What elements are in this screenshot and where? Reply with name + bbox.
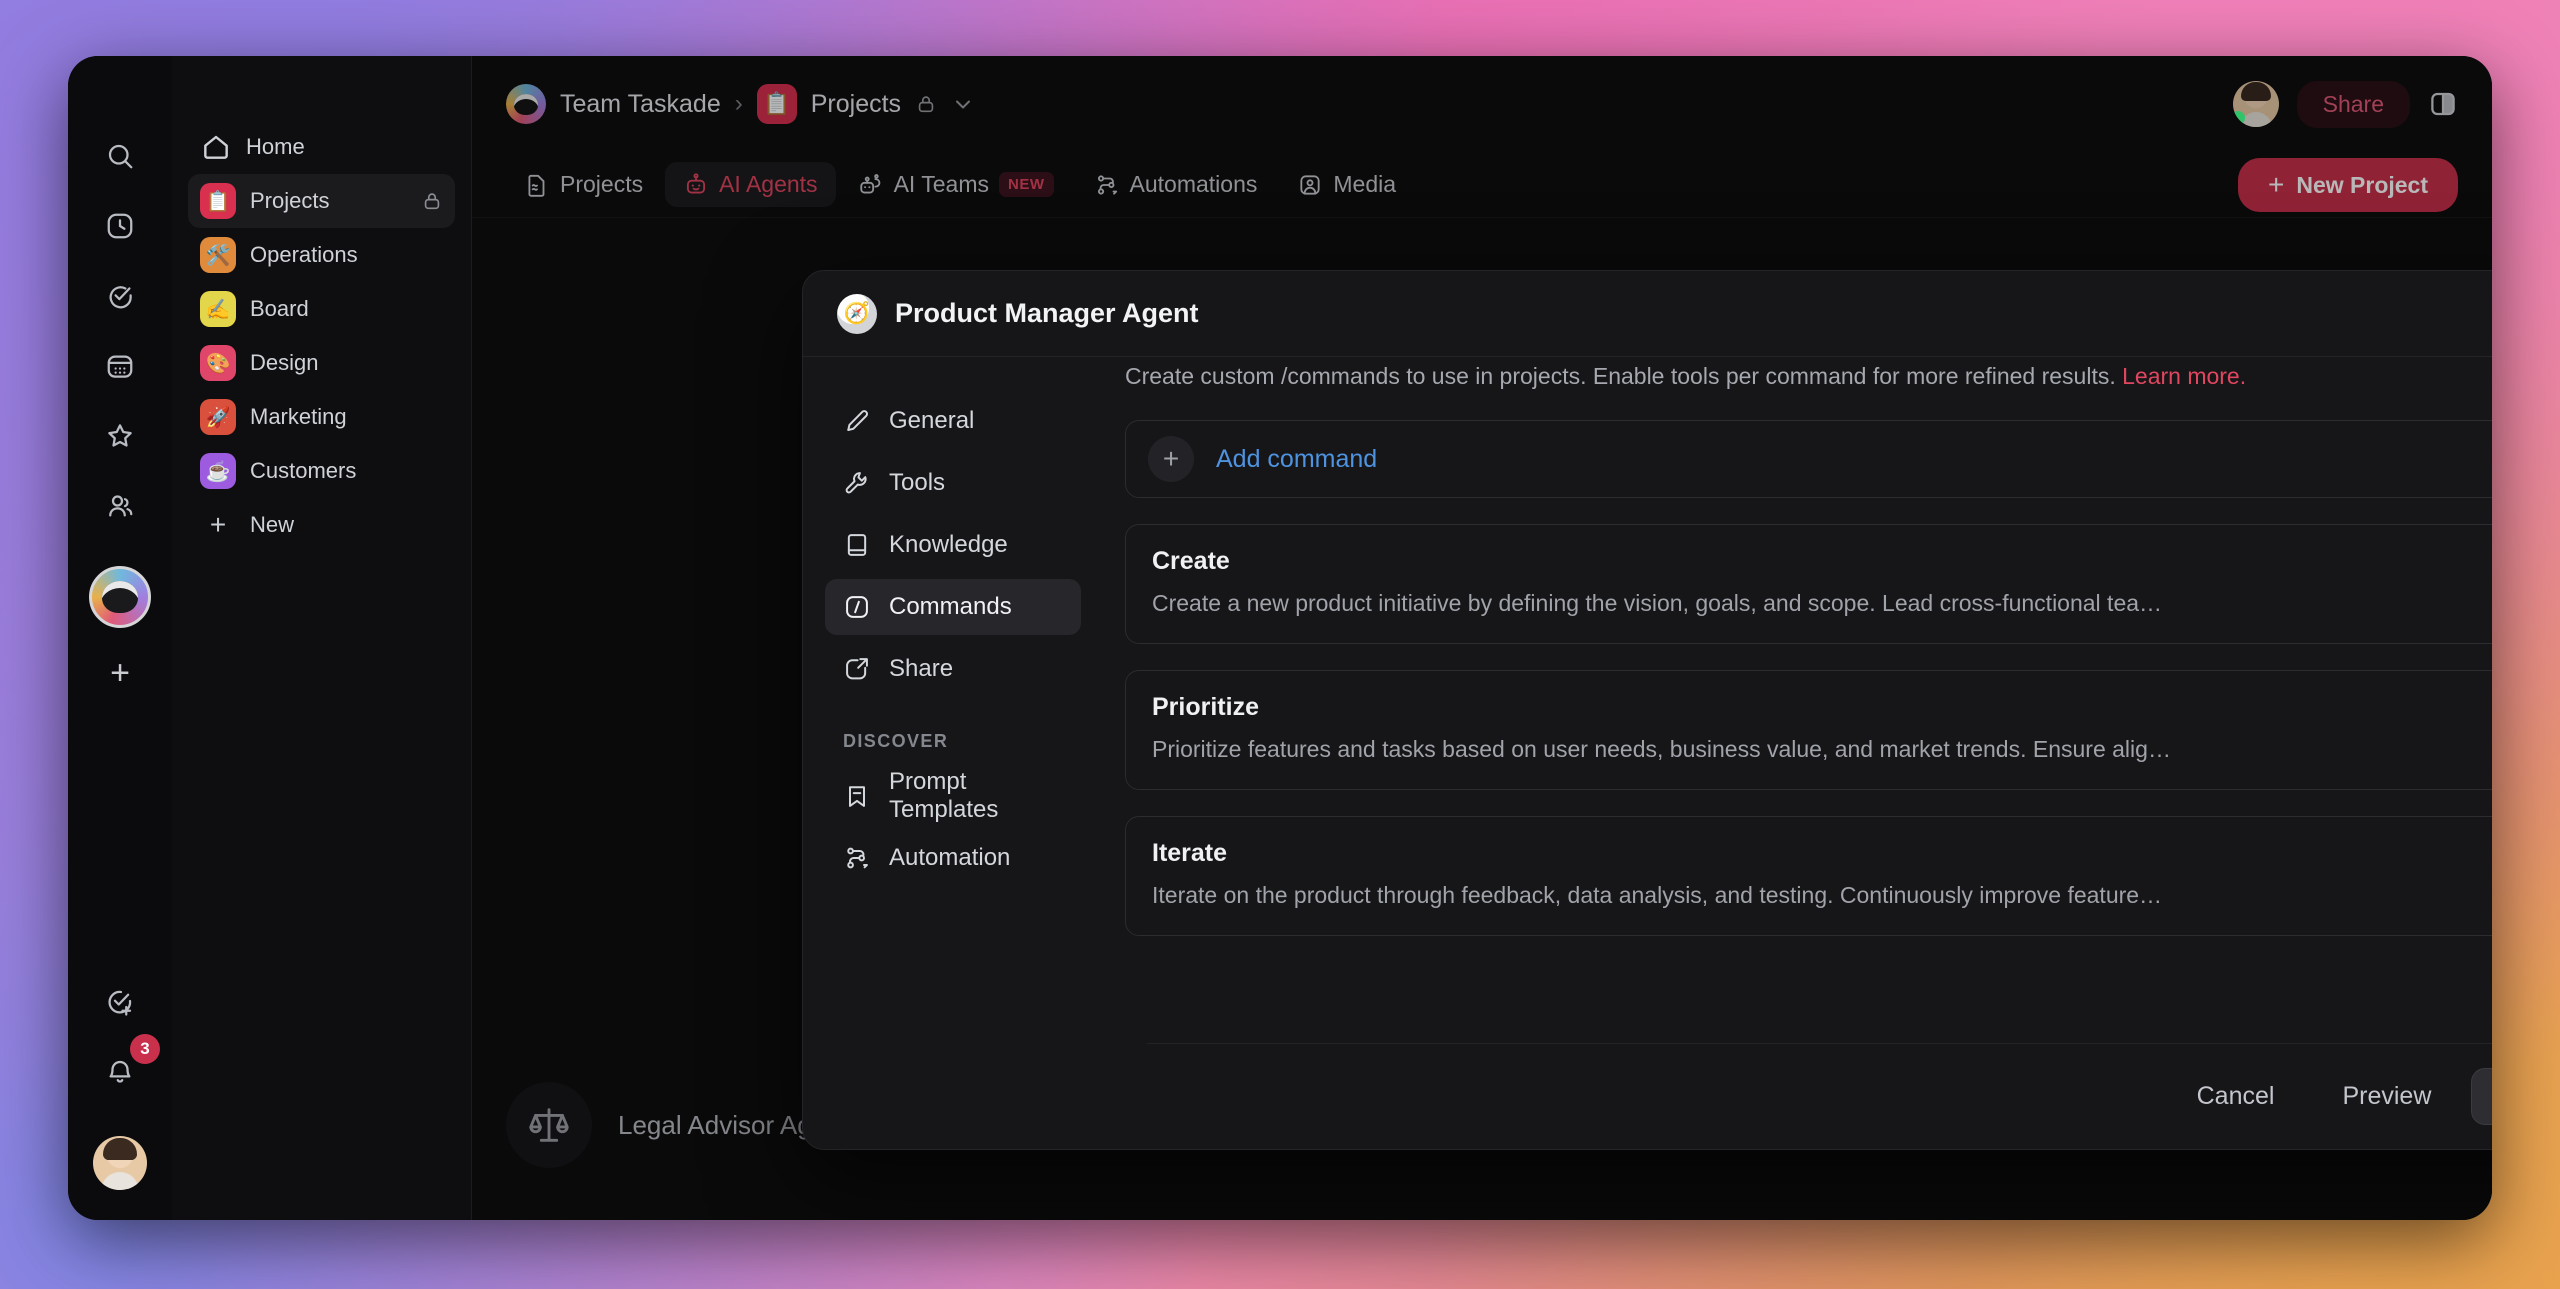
nav-label: Commands	[889, 593, 1012, 620]
notifications-icon[interactable]: 3	[92, 1034, 160, 1100]
icon-rail: + 3	[68, 56, 172, 1220]
add-command-button[interactable]: + Add command	[1125, 420, 2492, 498]
command-card[interactable]: Create Create a new product initiative b…	[1125, 524, 2492, 644]
modal-nav-automation[interactable]: Automation	[825, 830, 1081, 886]
command-description: Iterate on the product through feedback,…	[1152, 882, 2163, 908]
modal-nav-prompt-templates[interactable]: Prompt Templates	[825, 768, 1081, 824]
sidebar-item-label: Projects	[250, 188, 330, 213]
pencil-icon	[847, 410, 869, 431]
nav-label: Share	[889, 655, 954, 682]
automation-icon	[847, 847, 868, 869]
sidebar-item-label: Marketing	[250, 404, 347, 429]
sidebar-item-label: Operations	[250, 242, 358, 267]
sidebar-item-label: Home	[246, 134, 305, 159]
commands-intro: Create custom /commands to use in projec…	[1125, 357, 2492, 390]
people-icon[interactable]	[92, 478, 148, 534]
board-emoji-icon: ✍️	[200, 291, 236, 327]
search-icon[interactable]	[92, 128, 148, 184]
sidebar-item-marketing[interactable]: 🚀 Marketing	[188, 390, 455, 444]
plus-icon: +	[1148, 436, 1194, 482]
agent-avatar-icon: 🧭	[837, 293, 877, 334]
calendar-icon[interactable]	[92, 338, 148, 394]
command-card[interactable]: Prioritize Prioritize features and tasks…	[1125, 670, 2492, 790]
operations-emoji-icon: 🛠️	[200, 237, 236, 273]
notification-badge: 3	[130, 1034, 160, 1064]
sidebar-item-label: Customers	[250, 458, 357, 483]
sidebar-new-button[interactable]: + New	[188, 498, 455, 552]
sidebar-item-board[interactable]: ✍️ Board	[188, 282, 455, 336]
history-icon[interactable]	[92, 198, 148, 254]
cancel-button[interactable]: Cancel	[2169, 1069, 2303, 1124]
update-button[interactable]: Update	[2471, 1068, 2492, 1125]
sidebar-item-label: Design	[250, 350, 319, 375]
modal-header: 🧭 Product Manager Agent Chat	[803, 271, 2492, 357]
sidebar-item-operations[interactable]: 🛠️ Operations	[188, 228, 455, 282]
add-workspace-button[interactable]: +	[110, 656, 130, 690]
agent-settings-modal: 🧭 Product Manager Agent Chat General Too…	[802, 270, 2492, 1150]
modal-nav-knowledge[interactable]: Knowledge	[825, 517, 1081, 573]
app-window: + 3 Home 📋 Projects 🛠️ Operations ✍️ Boa…	[68, 56, 2492, 1220]
learn-more-link[interactable]: Learn more.	[2122, 363, 2246, 389]
share-arrow-icon	[846, 658, 868, 680]
modal-nav: General Tools Knowledge Commands Share D…	[803, 357, 1103, 1149]
nav-label: Automation	[889, 844, 1011, 871]
command-title: Create	[1152, 547, 1230, 575]
marketing-emoji-icon: 🚀	[200, 399, 236, 435]
modal-main: Create custom /commands to use in projec…	[1103, 357, 2492, 1149]
command-card[interactable]: Iterate Iterate on the product through f…	[1125, 816, 2492, 936]
home-icon	[200, 131, 232, 163]
plus-icon: +	[209, 509, 227, 540]
projects-emoji-icon: 📋	[200, 183, 236, 219]
bookmark-icon	[849, 786, 865, 807]
modal-body: General Tools Knowledge Commands Share D…	[803, 357, 2492, 1149]
modal-nav-commands[interactable]: Commands	[825, 579, 1081, 635]
sidebar-item-customers[interactable]: ☕ Customers	[188, 444, 455, 498]
add-task-icon[interactable]	[92, 974, 148, 1030]
sidebar-item-projects[interactable]: 📋 Projects	[188, 174, 455, 228]
discover-section-label: DISCOVER	[843, 731, 949, 751]
command-description: Prioritize features and tasks based on u…	[1152, 736, 2171, 762]
lock-icon	[421, 190, 443, 212]
commands-intro-text: Create custom /commands to use in projec…	[1125, 363, 2123, 389]
star-icon[interactable]	[92, 408, 148, 464]
slash-command-icon	[846, 596, 868, 618]
sidebar-item-label: Board	[250, 296, 309, 321]
customers-emoji-icon: ☕	[200, 453, 236, 489]
wrench-icon	[845, 472, 867, 494]
online-status-dot	[2232, 111, 2245, 125]
nav-label: General	[889, 407, 975, 434]
book-icon	[847, 534, 867, 556]
modal-nav-general[interactable]: General	[825, 393, 1081, 449]
command-title: Prioritize	[1152, 693, 1259, 721]
sidebar-item-home[interactable]: Home	[188, 120, 455, 174]
command-title: Iterate	[1152, 839, 1228, 867]
nav-label: Tools	[889, 469, 946, 496]
workspace-avatar[interactable]	[89, 566, 151, 628]
modal-nav-tools[interactable]: Tools	[825, 455, 1081, 511]
main-area: Team Taskade › 📋 Projects Share Projects…	[472, 56, 2492, 1220]
add-command-label: Add command	[1216, 444, 1378, 473]
nav-label: Knowledge	[889, 531, 1008, 558]
user-avatar[interactable]	[93, 1136, 147, 1190]
command-description: Create a new product initiative by defin…	[1152, 590, 2163, 616]
design-emoji-icon: 🎨	[200, 345, 236, 381]
modal-nav-share[interactable]: Share	[825, 641, 1081, 697]
nav-label: Prompt Templates	[889, 768, 999, 823]
project-sidebar: Home 📋 Projects 🛠️ Operations ✍️ Board 🎨…	[172, 56, 472, 1220]
sidebar-item-design[interactable]: 🎨 Design	[188, 336, 455, 390]
modal-title: Product Manager Agent	[895, 298, 1199, 328]
commands-scroll-area: Create custom /commands to use in projec…	[1125, 357, 2492, 1043]
tasks-icon[interactable]	[92, 268, 148, 324]
modal-footer: Cancel Preview Update	[1147, 1043, 2492, 1149]
rail-bottom-group: 3	[92, 974, 160, 1220]
sidebar-new-label: New	[250, 512, 295, 537]
preview-button[interactable]: Preview	[2314, 1069, 2459, 1124]
